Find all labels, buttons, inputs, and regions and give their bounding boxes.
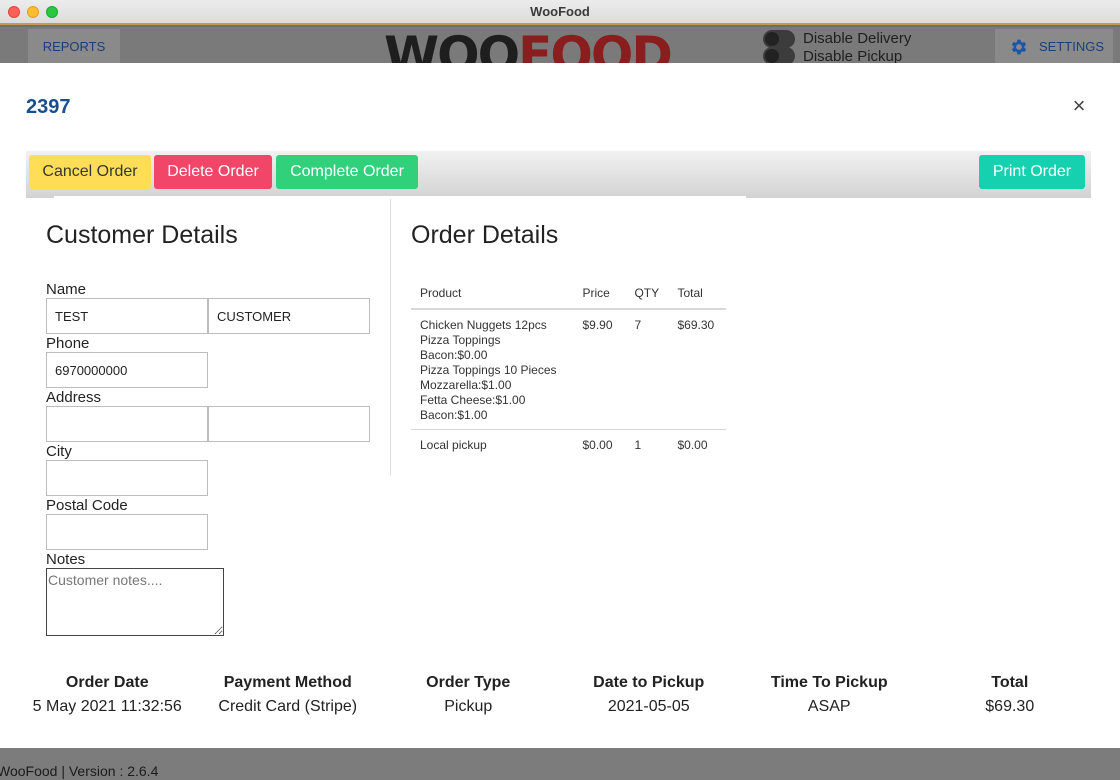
print-order-button[interactable]: Print Order [979,155,1085,189]
product-line: Bacon:$0.00 [420,348,488,362]
column-header-price: Price [573,283,626,310]
table-row: Chicken Nuggets 12pcs Pizza Toppings Bac… [411,309,726,430]
customer-notes-textarea[interactable] [46,568,224,636]
brand-logo: WOOFOOD [384,29,671,63]
summary-time-to-pickup: Time To Pickup ASAP [739,674,920,716]
disable-delivery-toggle[interactable] [763,30,795,48]
order-details-title: Order Details [411,221,559,249]
cancel-order-button[interactable]: Cancel Order [29,155,151,189]
settings-label: SETTINGS [1039,39,1105,54]
product-cell: Local pickup [411,430,573,460]
product-cell: Chicken Nuggets 12pcs Pizza Toppings Bac… [411,309,574,430]
total-cell: $0.00 [677,438,708,452]
name-label: Name [46,281,87,298]
brand-logo-part2: FOOD [518,29,671,63]
table-header-row: Product Price QTY Total [411,283,726,310]
column-divider [390,199,391,475]
summary-value: Pickup [444,698,493,715]
product-line: Pizza Toppings 10 Pieces [420,363,557,377]
status-bar: WooFood | Version : 2.6.4 [0,748,1120,780]
notes-label: Notes [46,551,86,568]
summary-label: Order Date [65,674,149,691]
column-header-qty: QTY [625,283,669,310]
order-items-table: Product Price QTY Total Chicken Nuggets … [411,283,726,459]
summary-date-to-pickup: Date to Pickup 2021-05-05 [559,674,740,716]
summary-value: Credit Card (Stripe) [218,698,358,715]
phone-label: Phone [46,335,90,352]
app-header: REPORTS WOOFOOD Disable Delivery Disable… [0,27,1120,65]
summary-label: Total [991,674,1029,691]
phone-field[interactable] [46,352,208,388]
qty-cell: 1 [634,438,642,452]
product-line: Bacon:$1.00 [420,408,488,422]
summary-value: 5 May 2021 11:32:56 [32,698,182,715]
summary-payment-method: Payment Method Credit Card (Stripe) [198,674,379,716]
delete-order-button[interactable]: Delete Order [154,155,272,189]
order-modal: 2397 × Cancel Order Delete Order Complet… [0,63,1120,748]
price-cell: $9.90 [573,309,626,430]
summary-label: Payment Method [223,674,352,691]
summary-value: $69.30 [985,698,1035,715]
close-icon[interactable]: × [1069,95,1089,117]
city-field[interactable] [46,460,208,496]
summary-total: Total $69.30 [920,674,1101,716]
qty-cell: 7 [625,309,669,430]
postal-code-field[interactable] [46,514,208,550]
product-line: Pizza Toppings [420,333,501,347]
order-actions-toolbar: Cancel Order Delete Order Complete Order… [26,151,1091,198]
product-line: Chicken Nuggets 12pcs [420,318,547,332]
product-line: Local pickup [420,438,487,452]
address-line2-field[interactable] [208,406,370,442]
summary-value: 2021-05-05 [607,698,690,715]
city-label: City [46,443,72,460]
tab-strip [54,196,746,199]
summary-value: ASAP [807,698,851,715]
address-line1-field[interactable] [46,406,208,442]
summary-label: Order Type [426,674,511,691]
summary-label: Time To Pickup [770,674,888,691]
column-header-total: Total [668,283,726,310]
column-header-product: Product [411,283,574,310]
table-row: Local pickup $0.00 1 $0.00 [411,430,726,460]
brand-logo-part1: WOO [384,29,520,63]
disable-delivery-label: Disable Delivery [803,30,912,47]
complete-order-button[interactable]: Complete Order [276,155,418,189]
window-titlebar: WooFood [0,0,1120,25]
order-summary: Order Date 5 May 2021 11:32:56 Payment M… [17,674,1100,716]
summary-label: Date to Pickup [593,674,705,691]
summary-order-date: Order Date 5 May 2021 11:32:56 [17,674,198,716]
gear-icon [1011,39,1027,55]
price-cell: $0.00 [582,438,613,452]
postal-code-label: Postal Code [46,497,128,514]
address-label: Address [46,389,102,406]
total-cell: $69.30 [668,309,726,430]
reports-button[interactable]: REPORTS [28,29,120,63]
product-line: Fetta Cheese:$1.00 [420,393,526,407]
first-name-field[interactable] [46,298,208,334]
version-text: WooFood | Version : 2.6.4 [0,763,159,779]
order-id-title: 2397 [26,96,71,118]
product-line: Mozzarella:$1.00 [420,378,512,392]
last-name-field[interactable] [208,298,370,334]
settings-button[interactable]: SETTINGS [995,29,1113,63]
customer-details-title: Customer Details [46,221,238,249]
summary-order-type: Order Type Pickup [378,674,559,716]
window-title: WooFood [530,4,590,19]
